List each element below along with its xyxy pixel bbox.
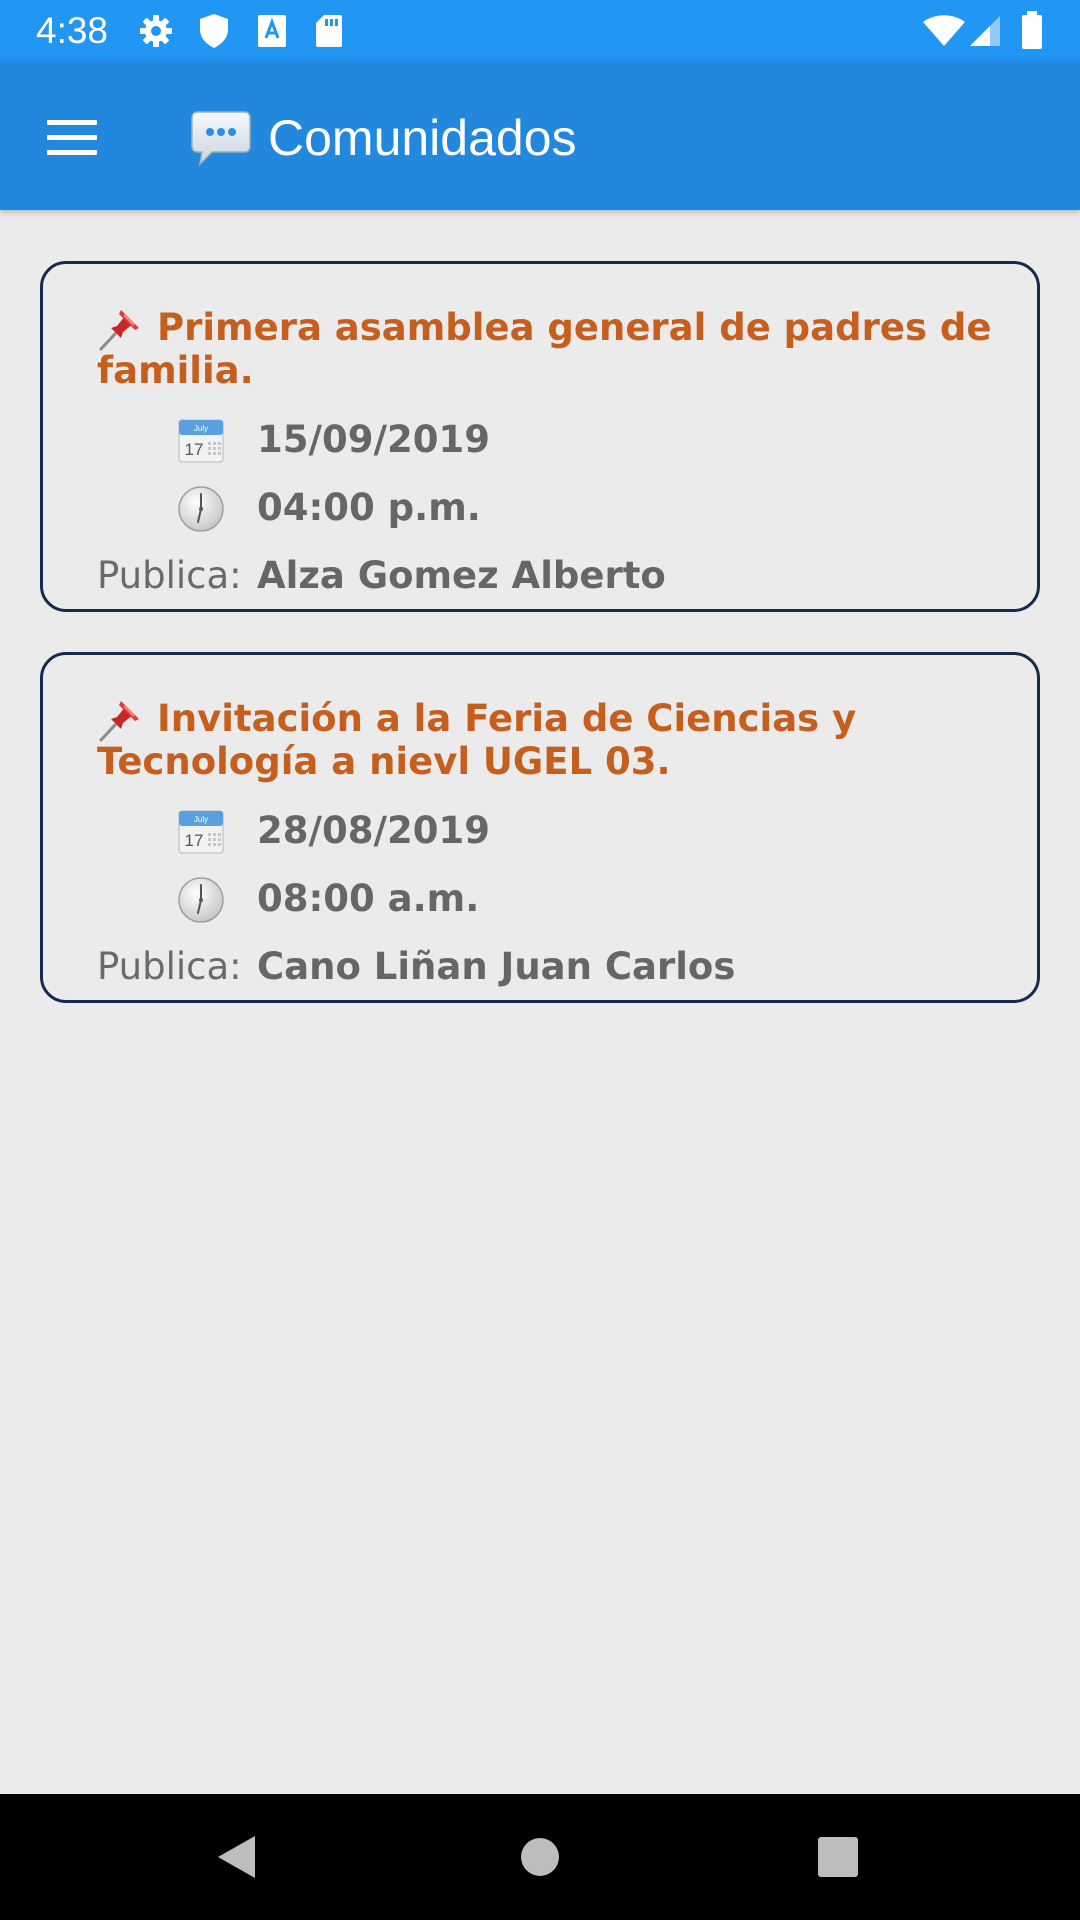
announcement-card[interactable]: Invitación a la Feria de Ciencias y Tecn… bbox=[40, 652, 1040, 1003]
svg-text:17: 17 bbox=[185, 831, 204, 850]
speech-bubble-icon bbox=[190, 110, 252, 170]
svg-text:July: July bbox=[194, 815, 208, 824]
status-time: 4:38 bbox=[36, 10, 109, 51]
hamburger-menu-icon bbox=[47, 120, 97, 125]
announcement-date: 15/09/2019 bbox=[257, 418, 490, 461]
calendar-icon: July 17 bbox=[177, 808, 225, 856]
navigation-bar bbox=[0, 1794, 1080, 1920]
wifi-icon bbox=[922, 14, 966, 52]
shield-icon bbox=[198, 13, 230, 53]
menu-button[interactable] bbox=[30, 102, 116, 174]
announcement-title: Invitación a la Feria de Ciencias y Tecn… bbox=[97, 697, 857, 783]
publisher-name: Cano Liñan Juan Carlos bbox=[257, 945, 736, 988]
publisher-label: Publica: bbox=[97, 945, 242, 988]
page-title: Comunidados bbox=[268, 110, 577, 166]
clock-icon bbox=[177, 485, 225, 533]
sd-card-icon bbox=[314, 13, 344, 53]
svg-text:July: July bbox=[194, 424, 208, 433]
announcement-time: 04:00 p.m. bbox=[257, 486, 481, 529]
recents-icon[interactable] bbox=[808, 1827, 868, 1887]
home-icon[interactable] bbox=[510, 1827, 570, 1887]
publisher-label: Publica: bbox=[97, 554, 242, 597]
announcement-date: 28/08/2019 bbox=[257, 809, 490, 852]
signal-icon bbox=[968, 14, 1004, 52]
keyboard-a-icon bbox=[256, 13, 288, 53]
status-bar: 4:38 bbox=[0, 0, 1080, 62]
announcement-time: 08:00 a.m. bbox=[257, 877, 480, 920]
calendar-icon: July 17 bbox=[177, 417, 225, 465]
back-icon[interactable] bbox=[208, 1827, 268, 1887]
announcement-card[interactable]: Primera asamblea general de padres de fa… bbox=[40, 261, 1040, 612]
clock-icon bbox=[177, 876, 225, 924]
publisher-name: Alza Gomez Alberto bbox=[257, 554, 666, 597]
battery-icon bbox=[1020, 10, 1044, 54]
app-bar: Comunidados bbox=[0, 62, 1080, 210]
announcement-title: Primera asamblea general de padres de fa… bbox=[97, 306, 992, 392]
svg-text:17: 17 bbox=[185, 440, 204, 459]
gear-icon bbox=[138, 13, 174, 53]
